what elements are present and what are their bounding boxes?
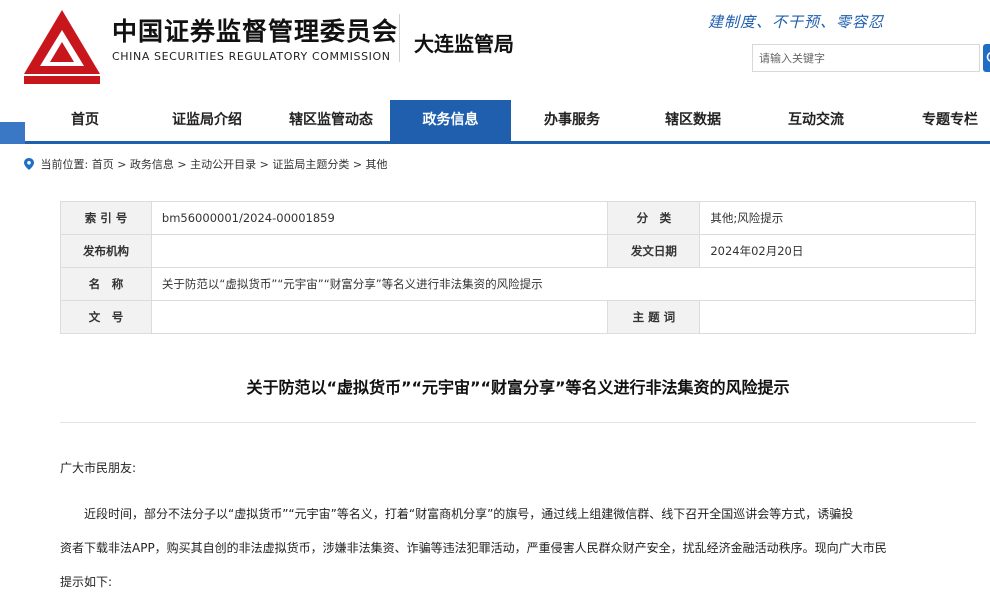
search-box [752,44,980,72]
nav-item-services[interactable]: 办事服务 [522,100,622,141]
article-line: 近段时间，部分不法分子以“虚拟货币”“元宇宙”等名义，打着“财富商机分享”的旗号… [60,497,990,531]
table-row: 名 称 关于防范以“虚拟货币”“元宇宙”“财富分享”等名义进行非法集资的风险提示 [61,268,976,301]
index-value: bm56000001/2024-00001859 [151,202,607,235]
nav-item-topics[interactable]: 专题专栏 [912,100,988,141]
nav-item-supervision[interactable]: 辖区监管动态 [276,100,386,141]
nav-item-home[interactable]: 首页 [52,100,118,141]
csrc-logo-icon[interactable] [22,8,102,86]
breadcrumb-path[interactable]: 首页 > 政务信息 > 主动公开目录 > 证监局主题分类 > 其他 [92,158,388,171]
main-nav: 首页 证监局介绍 辖区监管动态 政务信息 办事服务 辖区数据 互动交流 专题专栏 [25,100,990,144]
bureau-name: 大连监管局 [414,28,514,57]
name-value: 关于防范以“虚拟货币”“元宇宙”“财富分享”等名义进行非法集资的风险提示 [151,268,975,301]
nav-left-accent [0,122,25,144]
search-button[interactable] [983,44,990,72]
category-label: 分 类 [608,202,700,235]
breadcrumb-prefix: 当前位置: [41,158,89,171]
search-input[interactable] [753,45,965,71]
slogan: 建制度、不干预、零容忍 [708,11,884,32]
location-pin-icon [24,158,34,170]
nav-item-gov-info[interactable]: 政务信息 [390,100,511,141]
org-name-en: CHINA SECURITIES REGULATORY COMMISSION [112,50,391,63]
index-label: 索 引 号 [61,202,152,235]
article-line: 资者下载非法APP，购买其自创的非法虚拟货币，涉嫌非法集资、诈骗等违法犯罪活动，… [60,531,990,565]
article-title: 关于防范以“虚拟货币”“元宇宙”“财富分享”等名义进行非法集资的风险提示 [0,374,990,398]
header-divider [399,14,400,62]
title-divider [60,422,976,423]
org-name-cn: 中国证券监督管理委员会 [112,12,398,48]
table-row: 发布机构 发文日期 2024年02月20日 [61,235,976,268]
name-label: 名 称 [61,268,152,301]
article-line: 提示如下: [60,565,990,599]
breadcrumb: 当前位置: 首页 > 政务信息 > 主动公开目录 > 证监局主题分类 > 其他 [24,156,388,172]
table-row: 文 号 主 题 词 [61,301,976,334]
issuer-label: 发布机构 [61,235,152,268]
nav-item-data[interactable]: 辖区数据 [643,100,743,141]
article-greeting: 广大市民朋友: [60,459,136,476]
nav-item-about[interactable]: 证监局介绍 [157,100,257,141]
document-meta-table: 索 引 号 bm56000001/2024-00001859 分 类 其他;风险… [60,201,976,334]
category-value: 其他;风险提示 [700,202,976,235]
date-value: 2024年02月20日 [700,235,976,268]
docno-label: 文 号 [61,301,152,334]
keywords-value [700,301,976,334]
keywords-label: 主 题 词 [608,301,700,334]
site-header: 中国证券监督管理委员会 CHINA SECURITIES REGULATORY … [0,0,990,100]
article-body: 近段时间，部分不法分子以“虚拟货币”“元宇宙”等名义，打着“财富商机分享”的旗号… [60,497,990,599]
docno-value [151,301,607,334]
nav-item-interaction[interactable]: 互动交流 [766,100,866,141]
date-label: 发文日期 [608,235,700,268]
search-icon [986,51,990,65]
issuer-value [151,235,607,268]
table-row: 索 引 号 bm56000001/2024-00001859 分 类 其他;风险… [61,202,976,235]
